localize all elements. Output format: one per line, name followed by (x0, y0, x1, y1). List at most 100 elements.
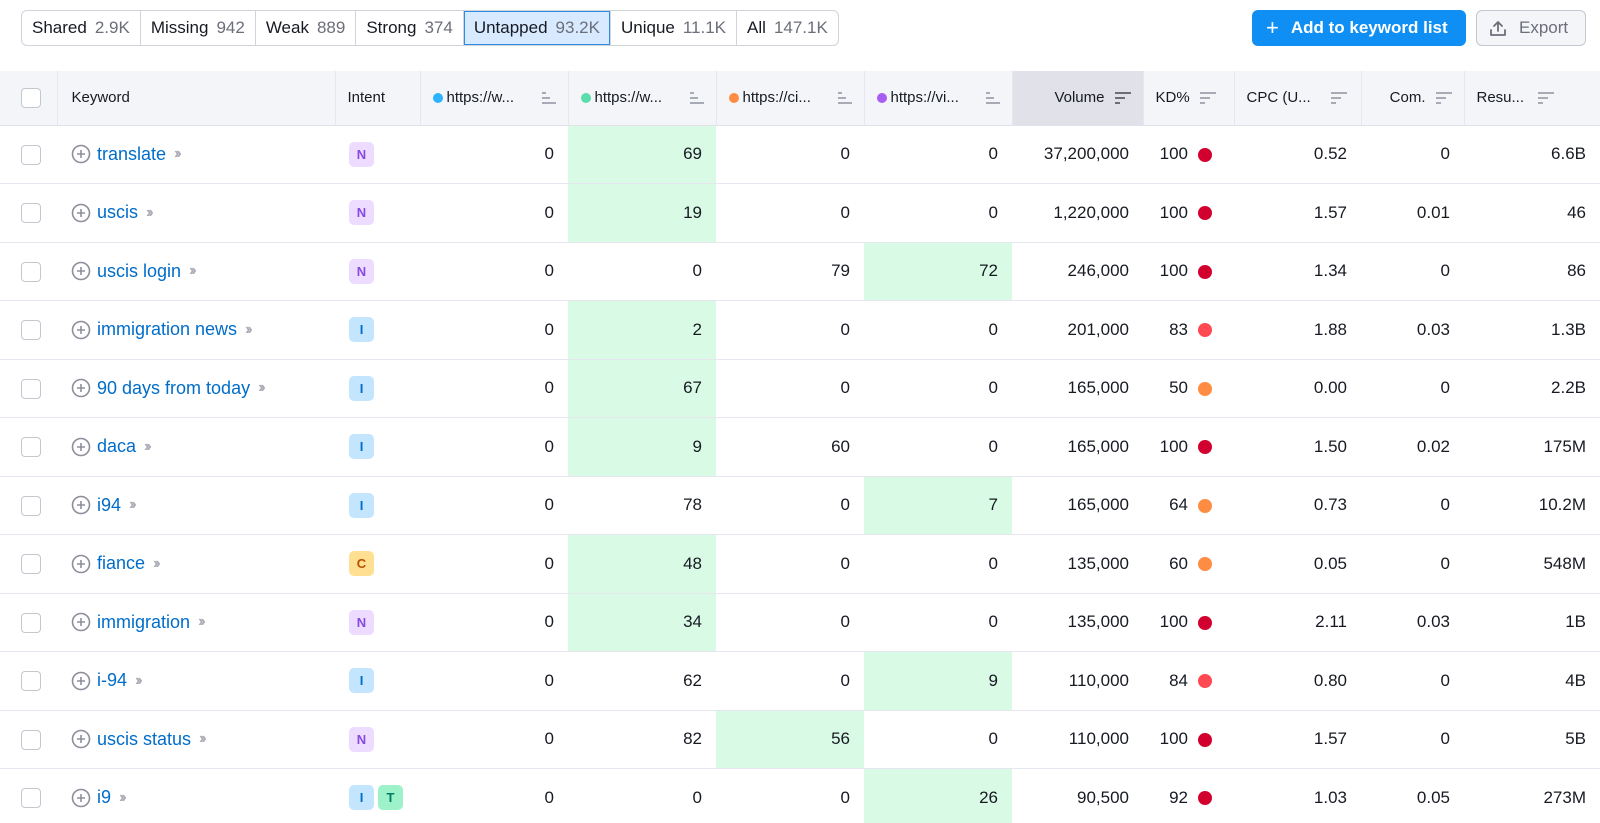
row-checkbox[interactable] (21, 554, 41, 574)
filter-tab-label: Unique (620, 18, 675, 37)
add-circle-icon[interactable] (71, 437, 91, 457)
sort-icon[interactable] (689, 91, 704, 104)
column-header-volume[interactable]: Volume (1012, 71, 1144, 126)
add-circle-icon[interactable] (71, 144, 91, 164)
sort-icon[interactable] (1435, 91, 1452, 104)
sort-descending-icon[interactable] (1114, 91, 1131, 104)
row-checkbox-cell (0, 359, 57, 418)
keyword-link[interactable]: immigration news (97, 319, 237, 340)
filter-tab-untapped[interactable]: Untapped 93.2K (463, 11, 611, 45)
add-circle-icon[interactable] (71, 203, 91, 223)
double-chevron-right-icon[interactable]: ›› (198, 613, 205, 631)
sort-icon[interactable] (541, 91, 556, 104)
double-chevron-right-icon[interactable]: ›› (199, 730, 206, 748)
domain2-position: 62 (683, 670, 702, 690)
column-header-keyword[interactable]: Keyword (57, 71, 336, 126)
add-circle-icon[interactable] (71, 261, 91, 281)
keyword-link[interactable]: uscis status (97, 729, 191, 750)
column-header-domain3[interactable]: https://ci... (716, 71, 865, 126)
row-checkbox[interactable] (21, 437, 41, 457)
row-checkbox[interactable] (21, 378, 41, 399)
intent-badge-i[interactable]: I (349, 434, 374, 460)
filter-tab-weak[interactable]: Weak 889 (256, 11, 357, 45)
competition-value: 0 (1440, 495, 1450, 515)
column-header-cpc[interactable]: CPC (U... (1234, 71, 1362, 126)
keyword-link[interactable]: i-94 (97, 670, 127, 691)
row-checkbox[interactable] (21, 729, 41, 750)
row-checkbox[interactable] (21, 320, 41, 340)
double-chevron-right-icon[interactable]: ›› (135, 672, 142, 690)
intent-badge-i[interactable]: I (349, 668, 374, 694)
filter-tab-strong[interactable]: Strong 374 (356, 11, 464, 45)
add-to-keyword-list-button[interactable]: + Add to keyword list (1252, 10, 1466, 46)
add-circle-icon[interactable] (71, 554, 91, 574)
double-chevron-right-icon[interactable]: ›› (245, 321, 252, 339)
column-header-kd[interactable]: KD% (1143, 71, 1235, 126)
intent-badge-i[interactable]: I (349, 375, 374, 401)
column-header-domain1[interactable]: https://w... (420, 71, 569, 126)
row-checkbox[interactable] (21, 261, 41, 282)
export-button[interactable]: Export (1476, 10, 1586, 46)
double-chevron-right-icon[interactable]: ›› (258, 379, 265, 397)
competition-value: 0.01 (1416, 202, 1450, 222)
domain4-position: 0 (988, 202, 998, 222)
select-all-checkbox[interactable] (21, 87, 41, 108)
domain1-position-cell: 0 (420, 593, 568, 652)
intent-badge-n[interactable]: N (349, 726, 374, 752)
intent-badge-i[interactable]: I (349, 492, 374, 518)
double-chevron-right-icon[interactable]: ›› (189, 262, 196, 280)
row-checkbox[interactable] (21, 788, 41, 808)
keyword-link[interactable]: daca (97, 436, 136, 457)
intent-badge-c[interactable]: C (349, 551, 374, 577)
double-chevron-right-icon[interactable]: ›› (129, 496, 136, 514)
intent-badge-i[interactable]: I (349, 317, 374, 343)
add-circle-icon[interactable] (71, 788, 91, 808)
filter-tab-missing[interactable]: Missing 942 (141, 11, 256, 45)
keyword-link[interactable]: uscis login (97, 261, 181, 282)
column-header-domain2[interactable]: https://w... (568, 71, 717, 126)
sort-icon[interactable] (1199, 91, 1216, 104)
filter-tab-shared[interactable]: Shared 2.9K (22, 11, 141, 45)
add-circle-icon[interactable] (71, 671, 91, 691)
intent-badge-n[interactable]: N (349, 141, 374, 167)
double-chevron-right-icon[interactable]: ›› (174, 145, 181, 163)
column-header-results[interactable]: Resu... (1464, 71, 1600, 126)
keyword-link[interactable]: i94 (97, 495, 121, 516)
keyword-link[interactable]: translate (97, 144, 166, 165)
filter-tab-unique[interactable]: Unique 11.1K (611, 11, 738, 45)
add-circle-icon[interactable] (71, 612, 91, 632)
row-checkbox[interactable] (21, 495, 41, 516)
double-chevron-right-icon[interactable]: ›› (153, 555, 160, 573)
row-checkbox[interactable] (21, 203, 41, 223)
intent-badge-i[interactable]: I (349, 785, 374, 811)
keyword-link[interactable]: fiance (97, 553, 145, 574)
column-header-domain4[interactable]: https://vi... (864, 71, 1013, 126)
add-circle-icon[interactable] (71, 495, 91, 515)
domain2-position: 34 (683, 612, 702, 632)
double-chevron-right-icon[interactable]: ›› (144, 438, 151, 456)
intent-badge-n[interactable]: N (349, 609, 374, 635)
intent-badge-n[interactable]: N (349, 258, 374, 284)
keyword-link[interactable]: i9 (97, 787, 111, 808)
keyword-link[interactable]: 90 days from today (97, 378, 250, 399)
add-circle-icon[interactable] (71, 378, 91, 398)
keyword-link[interactable]: immigration (97, 612, 190, 633)
add-circle-icon[interactable] (71, 320, 91, 340)
filter-tab-all[interactable]: All 147.1K (737, 11, 838, 45)
row-checkbox[interactable] (21, 671, 41, 691)
intent-badge-t[interactable]: T (378, 785, 403, 811)
keyword-link[interactable]: uscis (97, 202, 138, 223)
add-circle-icon[interactable] (71, 729, 91, 749)
column-header-intent[interactable]: Intent (335, 71, 421, 126)
row-checkbox[interactable] (21, 612, 41, 633)
sort-icon[interactable] (837, 91, 852, 104)
double-chevron-right-icon[interactable]: ›› (119, 789, 126, 807)
sort-icon[interactable] (1538, 91, 1555, 104)
column-header-com[interactable]: Com. (1361, 71, 1465, 126)
sort-icon[interactable] (985, 91, 1000, 104)
double-chevron-right-icon[interactable]: ›› (146, 204, 153, 222)
row-checkbox[interactable] (21, 144, 41, 165)
competition-value: 0.05 (1416, 787, 1450, 807)
sort-icon[interactable] (1330, 91, 1347, 104)
intent-badge-n[interactable]: N (349, 200, 374, 226)
